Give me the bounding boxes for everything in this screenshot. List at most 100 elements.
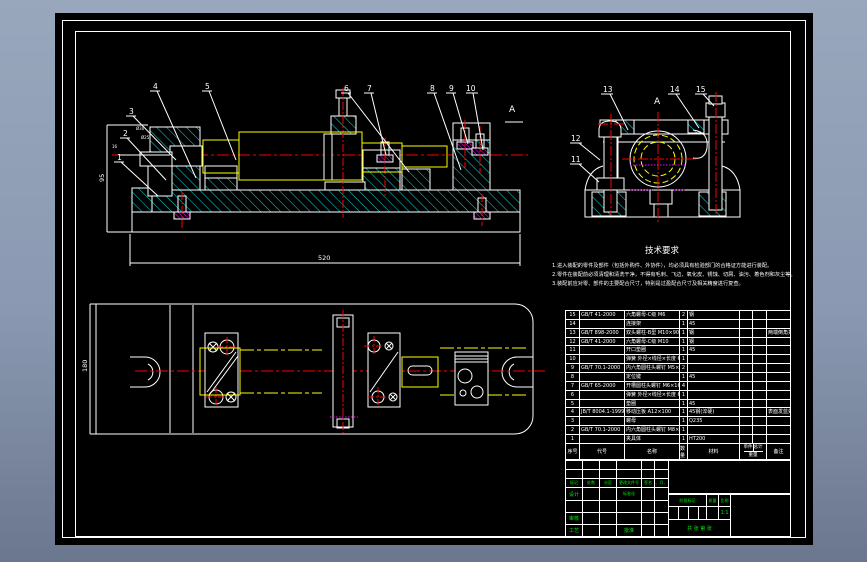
bom-cell-qty: 1 [680, 319, 688, 328]
bom-cell-qty: 1 [680, 337, 688, 346]
dim-offset: 16 [112, 144, 118, 149]
bom-cell-t [753, 311, 767, 319]
bom-cell-material: 45 [688, 399, 740, 408]
bom-header-code: 代号 [580, 444, 625, 459]
bom-cell-qty: 1 [680, 355, 688, 364]
tech-req-title: 技术要求 [645, 245, 680, 256]
bom-header-name: 名称 [625, 444, 680, 459]
bom-row: 14 连接架 1 45 [566, 319, 790, 329]
bom-cell-name: 弹簧 外径×线径×长度 6×0.8×28 [625, 355, 680, 364]
part-label-7: 7 [367, 84, 372, 93]
bom-table: 15 GB/T 41-2000 六角螺母-C级 M6 2 钢 14 连接架 1 45 13 GB/T… [565, 310, 791, 460]
bom-header-weight: 单件 总计 重量 [740, 444, 767, 459]
bom-cell-name: 内六角圆柱头螺钉 M8×25 [626, 426, 680, 435]
bom-cell-qty: 1 [680, 426, 688, 435]
tb-drawing-code-cell [668, 460, 791, 494]
bom-header-weight-total: 总计 [753, 445, 763, 452]
bom-row: 7 GB/T 65-2000 开槽圆柱头螺钉 M6×16 4 [566, 381, 790, 391]
part-label-6: 6 [344, 84, 349, 93]
bom-cell-remark [767, 320, 790, 328]
bom-cell-remark [767, 355, 790, 363]
part-label-14: 14 [670, 85, 680, 94]
part-label-9: 9 [449, 84, 454, 93]
bom-cell-name: 弹簧 外径×线径×长度 6×0.8×28 [625, 390, 680, 399]
bom-cell-seq: 11 [566, 346, 580, 355]
bom-cell-t [753, 435, 767, 443]
bom-cell-seq: 6 [566, 390, 580, 399]
bom-cell-t [753, 381, 767, 390]
bom-cell-name: 夹具体 [625, 435, 680, 443]
tech-req-line-2: 2.零件在装配前必须清理和清洗干净，不得有毛刺、飞边、氧化皮、锈蚀、切屑、油污、… [552, 270, 796, 278]
dim-length: 520 [318, 254, 330, 262]
bom-row: 8 定位键 1 45 [566, 373, 790, 382]
bom-cell-u [740, 346, 753, 355]
end-view [570, 92, 741, 222]
bom-cell-seq: 7 [566, 381, 580, 390]
bom-cell-qty: 1 [680, 373, 688, 381]
part-label-15: 15 [696, 85, 706, 94]
dim-plan-width: 180 [81, 360, 89, 372]
bom-cell-seq: 4 [566, 408, 580, 417]
bom-cell-seq: 12 [566, 337, 580, 346]
bom-cell-material: 45 [688, 319, 740, 328]
bom-cell-qty: 1 [680, 390, 688, 399]
bom-cell-code [580, 355, 625, 364]
part-label-10: 10 [466, 84, 476, 93]
bom-cell-u [740, 408, 753, 417]
bom-cell-material [688, 364, 740, 373]
bom-cell-t [753, 346, 767, 355]
bom-cell-code: GB/T 65-2000 [580, 381, 625, 390]
bom-cell-qty: 1 [680, 435, 688, 443]
bom-cell-code [580, 417, 625, 426]
bom-cell-material: 45 [688, 373, 740, 381]
bom-cell-material [688, 426, 740, 435]
bom-cell-seq: 1 [566, 435, 580, 443]
bom-cell-qty: 1 [680, 417, 688, 426]
tech-req-line-1: 1.进入装配的零件及部件（包括外购件、外协件），均必须具有检验部门的合格证方能进… [552, 261, 772, 269]
bom-cell-code [580, 373, 625, 381]
bom-header-weight-label: 重量 [748, 453, 758, 459]
bom-cell-code: GB/T 70.1-2000 [580, 426, 625, 435]
bom-cell-remark [767, 400, 790, 408]
tb-cell [654, 524, 669, 537]
front-view [106, 88, 528, 266]
part-label-8: 8 [430, 84, 435, 93]
bom-cell-t [753, 426, 767, 435]
bom-row: 13GB/T 898-2000双头螺柱-B型 M10×901钢 两端倒角并磨平 [566, 328, 790, 338]
bom-cell-name: 六角螺母-C级 M6 [625, 311, 680, 319]
bom-cell-u [740, 364, 753, 373]
bom-row: 3 螺母 1 Q235 [566, 417, 790, 427]
bom-header-qty: 数量 [680, 444, 688, 459]
bom-cell-remark [767, 435, 790, 443]
bom-cell-seq: 9 [566, 364, 580, 373]
bom-cell-u [740, 390, 753, 399]
part-label-12: 12 [571, 134, 581, 143]
bom-cell-seq: 13 [566, 328, 580, 337]
bom-cell-material: 钢 [688, 337, 740, 346]
bom-cell-remark [767, 382, 790, 390]
bom-cell-qty: 1 [680, 399, 688, 408]
bom-cell-remark [767, 346, 790, 354]
bom-cell-remark [767, 364, 790, 372]
bom-cell-t [753, 337, 767, 346]
bom-header-material: 材料 [688, 444, 740, 459]
bom-cell-u [740, 355, 753, 364]
bom-cell-material: Q235 [688, 417, 740, 426]
bom-cell-u [740, 328, 753, 337]
part-label-2: 2 [123, 129, 128, 138]
bom-cell-material: 45钢(淬硬) [688, 408, 740, 417]
tech-req-line-3: 3.装配前应对零、部件的主要配合尺寸，特别是过盈配合尺寸及相关精度进行复查。 [552, 279, 744, 287]
bom-cell-t [753, 328, 767, 337]
bom-cell-remark [767, 391, 790, 399]
tb-standard-label: 标准化 [616, 487, 642, 501]
bom-cell-seq: 2 [566, 426, 580, 435]
bom-cell-name: 定位键 [625, 373, 680, 381]
bom-cell-u [740, 311, 753, 319]
title-block: 标记 处数 分区 更改文件号 签名 年、月、日 设计 标准化 审核 工艺 批准 … [565, 460, 791, 537]
tb-cell [599, 487, 617, 501]
bom-cell-code: GB/T 41-2000 [580, 337, 625, 346]
bom-cell-t [753, 399, 767, 408]
part-label-4: 4 [153, 82, 158, 91]
bom-cell-remark [767, 373, 790, 381]
bom-cell-seq: 5 [566, 399, 580, 408]
